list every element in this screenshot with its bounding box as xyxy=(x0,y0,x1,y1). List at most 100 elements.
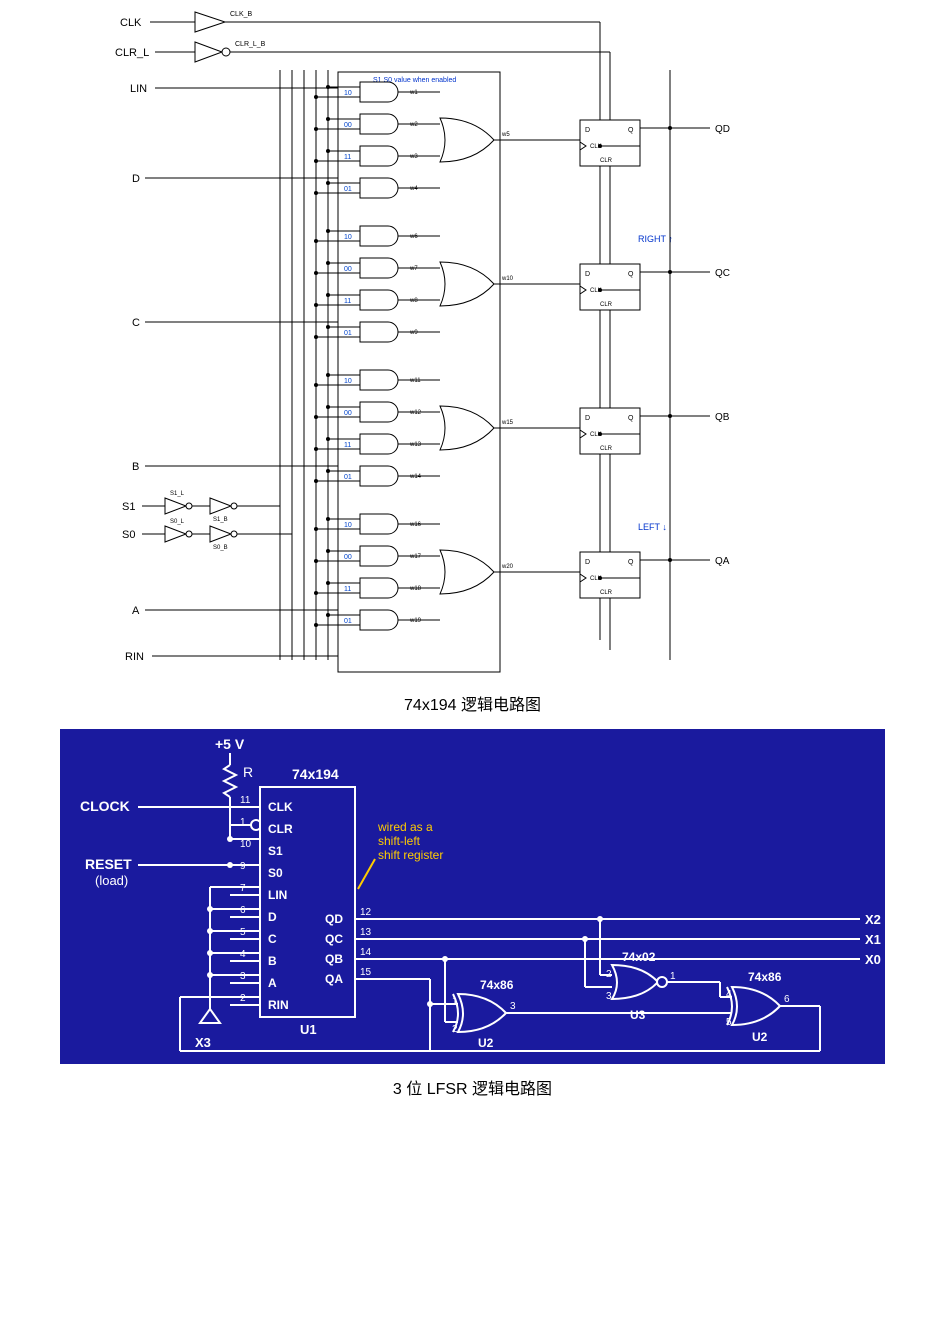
and-gate-icon xyxy=(360,178,398,198)
pin-num: 6 xyxy=(240,905,246,916)
inverter-icon xyxy=(210,526,231,542)
ff-clr: CLR xyxy=(600,446,613,452)
and-gate-icon xyxy=(360,322,398,342)
pin-num: 15 xyxy=(360,967,372,978)
and-sel: 00 xyxy=(344,410,352,417)
g1p3: 1 xyxy=(670,971,676,982)
wire-label: w9 xyxy=(409,330,418,336)
and-gate-icon xyxy=(360,146,398,166)
and-sel: 10 xyxy=(344,234,352,241)
and-gate-icon xyxy=(360,258,398,278)
and-gate-icon xyxy=(360,114,398,134)
ff-clr: CLR xyxy=(600,158,613,164)
note-l1: wired as a xyxy=(377,820,433,834)
and-gate-icon xyxy=(360,578,398,598)
inverter-icon xyxy=(210,498,231,514)
q-output: QB xyxy=(715,412,730,423)
and-gate-icon xyxy=(360,514,398,534)
s0l-label: S0_L xyxy=(170,519,185,525)
chip-name: 74x194 xyxy=(292,766,339,782)
and-gate-icon xyxy=(360,290,398,310)
and-sel: 01 xyxy=(344,186,352,193)
s0-label: S0 xyxy=(122,529,135,541)
pin-label: LIN xyxy=(268,888,287,902)
clk-label: CLK xyxy=(120,17,142,29)
lfsr-schematic: +5 V R CLOCK RESET (load) 74x194 U1 11CL… xyxy=(60,729,885,1064)
g1p1: 2 xyxy=(606,969,612,980)
and-gate-icon xyxy=(360,402,398,422)
and-sel: 01 xyxy=(344,618,352,625)
pin-num: 5 xyxy=(240,927,246,938)
q-output: QD xyxy=(715,124,730,135)
right-annot: RIGHT ↑ xyxy=(638,234,673,244)
wire-label: w6 xyxy=(409,234,418,240)
caption-top: 74x194 逻辑电路图 xyxy=(0,691,945,715)
wire-label: w17 xyxy=(409,554,422,560)
wire-label: w12 xyxy=(409,410,422,416)
and-sel: 10 xyxy=(344,378,352,385)
clock-label: CLOCK xyxy=(80,798,130,814)
or-wire-label: w5 xyxy=(501,132,510,138)
chip-ref: U1 xyxy=(300,1022,317,1037)
g2p3: 6 xyxy=(784,994,790,1005)
and-gate-icon xyxy=(360,82,398,102)
lin-label: LIN xyxy=(130,83,147,95)
note-l3: shift register xyxy=(378,848,443,862)
or-gate-icon xyxy=(440,262,494,306)
and-gate-icon xyxy=(360,226,398,246)
pin-num: 14 xyxy=(360,947,372,958)
and-gate-icon xyxy=(360,370,398,390)
and-sel: 00 xyxy=(344,122,352,129)
g0p3: 3 xyxy=(510,1001,516,1012)
wire-label: w19 xyxy=(409,618,422,624)
or-gate-icon xyxy=(440,550,494,594)
wire-label: w1 xyxy=(409,90,418,96)
and-gate-icon xyxy=(360,546,398,566)
pin-num: 9 xyxy=(240,861,246,872)
wire-label: w8 xyxy=(409,298,418,304)
gate1-name: 74x02 xyxy=(622,950,656,964)
wire-label: w4 xyxy=(409,186,418,192)
and-sel: 00 xyxy=(344,266,352,273)
inverter-icon xyxy=(195,42,222,62)
ff-d: D xyxy=(585,271,590,278)
pin-label: C xyxy=(268,932,277,946)
gate1-ref: U3 xyxy=(630,1008,646,1022)
pin-label: D xyxy=(268,910,277,924)
or-gate-icon xyxy=(440,118,494,162)
g0p1: 1 xyxy=(452,996,458,1007)
s1l-label: S1_L xyxy=(170,491,185,497)
resistor-label: R xyxy=(243,764,253,780)
shift-register-schematic: CLK CLK_B CLR_L CLR_L_B S1 S0 value when… xyxy=(110,0,900,680)
wire-label: w13 xyxy=(409,442,422,448)
ff-d: D xyxy=(585,415,590,422)
note-l2: shift-left xyxy=(378,834,421,848)
caption-bottom: 3 位 LFSR 逻辑电路图 xyxy=(0,1075,945,1099)
or-wire-label: w10 xyxy=(501,276,514,282)
inverter-icon xyxy=(165,526,186,542)
load-label: (load) xyxy=(95,873,128,888)
and-gate-icon xyxy=(360,434,398,454)
pin-num: 2 xyxy=(240,993,246,1004)
pin-num: 10 xyxy=(240,839,252,850)
d-label: D xyxy=(132,173,140,185)
reset-label: RESET xyxy=(85,856,132,872)
or-wire-label: w15 xyxy=(501,420,514,426)
s1-label: S1 xyxy=(122,501,135,513)
pin-label: A xyxy=(268,976,277,990)
g0p2: 2 xyxy=(452,1024,458,1035)
g2p1: 4 xyxy=(726,989,732,1000)
gate0-name: 74x86 xyxy=(480,978,514,992)
pin-num: 12 xyxy=(360,907,372,918)
wire-label: w18 xyxy=(409,586,422,592)
and-sel: 11 xyxy=(344,586,351,593)
and-sel: 10 xyxy=(344,522,352,529)
wire-label: w3 xyxy=(409,154,418,160)
wire-label: w7 xyxy=(409,266,418,272)
gate0-ref: U2 xyxy=(478,1036,494,1050)
clk-buf-label: CLK_B xyxy=(230,11,253,18)
and-sel: 01 xyxy=(344,330,352,337)
x3-label: X3 xyxy=(195,1035,211,1050)
pin-label: CLK xyxy=(268,800,293,814)
and-gate-icon xyxy=(360,610,398,630)
